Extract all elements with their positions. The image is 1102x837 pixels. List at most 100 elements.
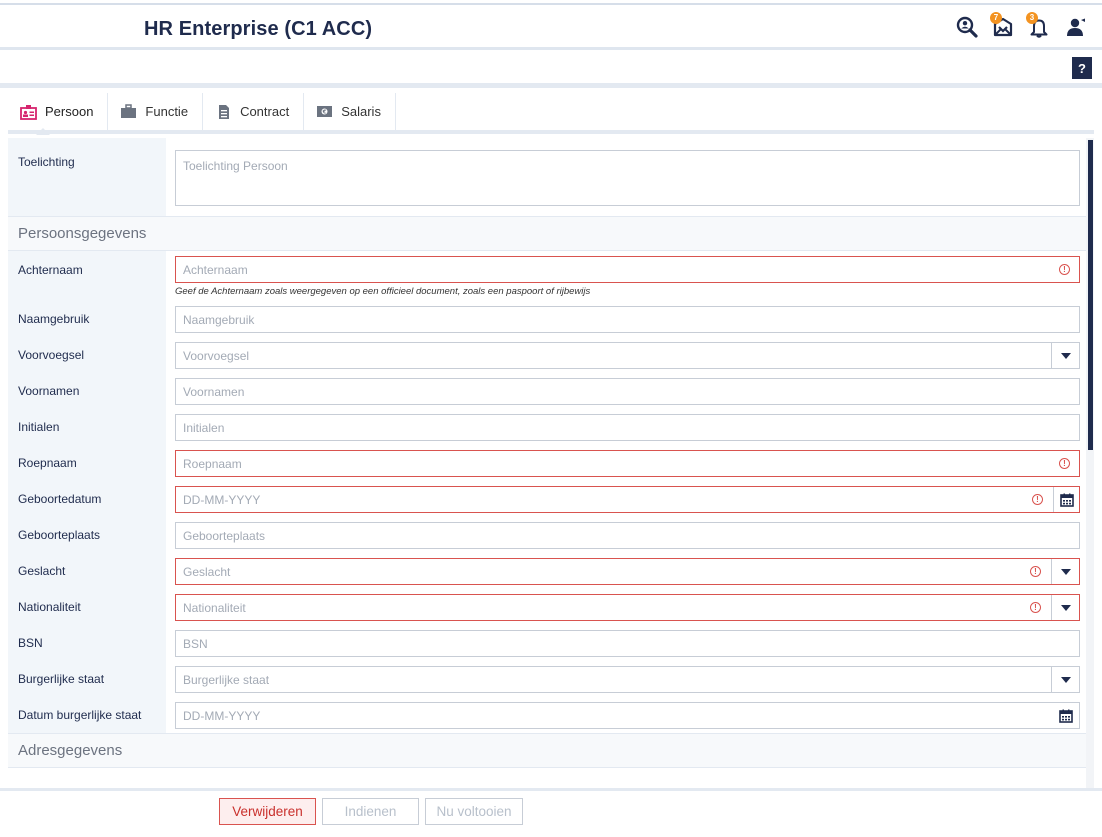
field-label: Toelichting xyxy=(8,138,166,216)
delete-button[interactable]: Verwijderen xyxy=(219,798,316,825)
money-icon: € xyxy=(316,104,333,120)
initialen-input[interactable]: Initialen xyxy=(175,414,1080,441)
document-icon xyxy=(215,104,232,120)
voorvoegsel-select[interactable]: Voorvoegsel xyxy=(175,342,1080,369)
bell-badge: 3 xyxy=(1026,12,1038,24)
row-toelichting: Toelichting Toelichting Persoon xyxy=(8,138,1086,216)
datum-burgerlijke-staat-input[interactable]: DD-MM-YYYY xyxy=(175,702,1080,729)
tab-salaris[interactable]: € Salaris xyxy=(304,93,396,130)
row-voorvoegsel: Voorvoegsel Voorvoegsel xyxy=(8,337,1086,373)
row-naamgebruik: Naamgebruik Naamgebruik xyxy=(8,301,1086,337)
toelichting-textarea[interactable]: Toelichting Persoon xyxy=(175,150,1080,206)
field-label: Roepnaam xyxy=(8,445,166,481)
submit-button[interactable]: Indienen xyxy=(322,798,419,825)
chevron-down-icon xyxy=(1060,604,1071,611)
placeholder: Voorvoegsel xyxy=(183,348,250,363)
sub-toolbar: ? xyxy=(0,53,1102,88)
nationaliteit-select[interactable]: Nationaliteit ! xyxy=(175,594,1080,621)
calendar-icon xyxy=(1059,709,1073,723)
scrollbar-thumb[interactable] xyxy=(1088,140,1093,450)
row-datum-burgerlijke-staat: Datum burgerlijke staat DD-MM-YYYY xyxy=(8,697,1086,733)
tab-persoon[interactable]: Persoon xyxy=(8,93,109,135)
user-icon[interactable] xyxy=(1064,15,1086,39)
placeholder: Achternaam xyxy=(183,262,248,277)
row-voornamen: Voornamen Voornamen xyxy=(8,373,1086,409)
search-person-icon[interactable] xyxy=(956,15,978,39)
placeholder: BSN xyxy=(183,636,208,651)
error-icon: ! xyxy=(1030,602,1041,613)
tab-bar: Persoon Functie Contract € Salaris xyxy=(8,93,1094,135)
dropdown-toggle[interactable] xyxy=(1051,667,1079,692)
row-bsn: BSN BSN xyxy=(8,625,1086,661)
placeholder: Nationaliteit xyxy=(183,600,246,615)
placeholder: Naamgebruik xyxy=(183,312,255,327)
row-achternaam: Achternaam Achternaam ! Geef de Achterna… xyxy=(8,251,1086,301)
header-actions: 7 3 xyxy=(956,12,1086,39)
tab-label: Persoon xyxy=(45,104,94,119)
error-icon: ! xyxy=(1059,264,1070,275)
field-label: BSN xyxy=(8,625,166,661)
inbox-icon[interactable]: 7 xyxy=(990,12,1014,39)
help-button[interactable]: ? xyxy=(1072,57,1092,79)
field-label: Geslacht xyxy=(8,553,166,589)
tab-functie[interactable]: Functie xyxy=(108,93,204,130)
top-border xyxy=(0,0,1102,5)
naamgebruik-input[interactable]: Naamgebruik xyxy=(175,306,1080,333)
briefcase-icon xyxy=(120,104,137,120)
geboortedatum-input[interactable]: DD-MM-YYYY ! xyxy=(175,486,1080,513)
placeholder: Roepnaam xyxy=(183,456,242,471)
error-icon: ! xyxy=(1059,458,1070,469)
chevron-down-icon xyxy=(1060,676,1071,683)
achternaam-hint: Geef de Achternaam zoals weergegeven op … xyxy=(175,286,591,297)
field-label: Geboorteplaats xyxy=(8,517,166,553)
svg-text:€: € xyxy=(322,110,327,116)
placeholder: Voornamen xyxy=(183,384,245,399)
placeholder: Geslacht xyxy=(183,564,231,579)
dropdown-toggle[interactable] xyxy=(1051,559,1079,584)
placeholder: Initialen xyxy=(183,420,225,435)
tab-label: Functie xyxy=(145,104,189,119)
tab-label: Salaris xyxy=(341,104,381,119)
complete-now-button[interactable]: Nu voltooien xyxy=(425,798,523,825)
row-geboortedatum: Geboortedatum DD-MM-YYYY ! xyxy=(8,481,1086,517)
bsn-input[interactable]: BSN xyxy=(175,630,1080,657)
action-footer: Verwijderen Indienen Nu voltooien xyxy=(0,788,1102,837)
burgerlijke-staat-select[interactable]: Burgerlijke staat xyxy=(175,666,1080,693)
roepnaam-input[interactable]: Roepnaam ! xyxy=(175,450,1080,477)
bell-icon[interactable]: 3 xyxy=(1026,12,1050,39)
calendar-icon xyxy=(1059,493,1074,507)
placeholder: DD-MM-YYYY xyxy=(183,708,261,723)
error-icon: ! xyxy=(1032,494,1043,505)
row-nationaliteit: Nationaliteit Nationaliteit ! xyxy=(8,589,1086,625)
section-adresgegevens: Adresgegevens xyxy=(8,733,1086,768)
dropdown-toggle[interactable] xyxy=(1051,595,1079,620)
geslacht-select[interactable]: Geslacht ! xyxy=(175,558,1080,585)
placeholder: Geboorteplaats xyxy=(183,528,266,543)
geboorteplaats-input[interactable]: Geboorteplaats xyxy=(175,522,1080,549)
row-burgerlijke-staat: Burgerlijke staat Burgerlijke staat xyxy=(8,661,1086,697)
datepicker-button[interactable] xyxy=(1053,487,1079,512)
chevron-down-icon xyxy=(1060,568,1071,575)
field-label: Voorvoegsel xyxy=(8,337,166,373)
person-badge-icon xyxy=(20,104,37,120)
chevron-down-icon xyxy=(1060,352,1071,359)
field-label: Datum burgerlijke staat xyxy=(8,697,166,733)
tab-contract[interactable]: Contract xyxy=(203,93,305,130)
dropdown-toggle[interactable] xyxy=(1051,343,1079,368)
row-geslacht: Geslacht Geslacht ! xyxy=(8,553,1086,589)
row-initialen: Initialen Initialen xyxy=(8,409,1086,445)
row-roepnaam: Roepnaam Roepnaam ! xyxy=(8,445,1086,481)
inbox-badge: 7 xyxy=(990,12,1002,24)
achternaam-input[interactable]: Achternaam ! xyxy=(175,256,1080,283)
app-title: HR Enterprise (C1 ACC) xyxy=(144,18,373,40)
field-label: Achternaam xyxy=(8,251,166,301)
field-label: Voornamen xyxy=(8,373,166,409)
section-persoonsgegevens: Persoonsgegevens xyxy=(8,216,1086,251)
field-label: Geboortedatum xyxy=(8,481,166,517)
form-content: Toelichting Toelichting Persoon Persoons… xyxy=(8,138,1086,788)
error-icon: ! xyxy=(1030,566,1041,577)
row-geboorteplaats: Geboorteplaats Geboorteplaats xyxy=(8,517,1086,553)
field-label: Naamgebruik xyxy=(8,301,166,337)
voornamen-input[interactable]: Voornamen xyxy=(175,378,1080,405)
datepicker-button[interactable] xyxy=(1053,703,1079,728)
